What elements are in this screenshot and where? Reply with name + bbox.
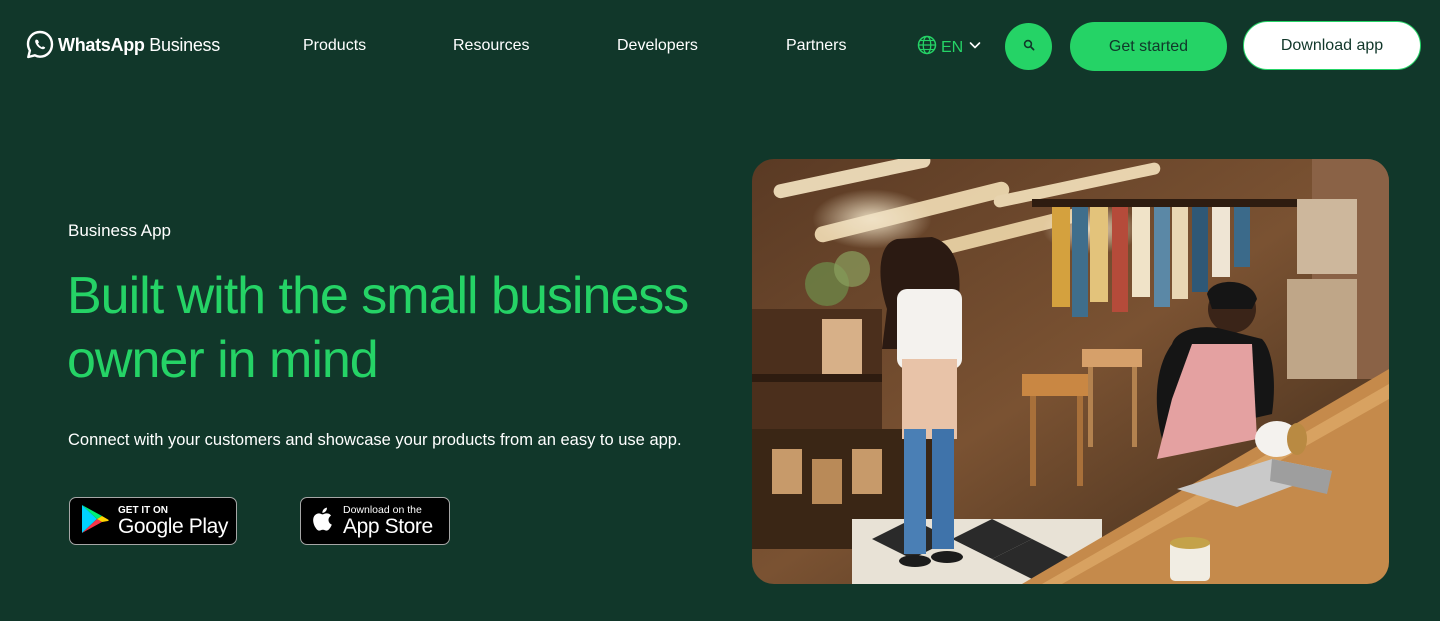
search-button[interactable] [1005, 23, 1052, 70]
nav-partners[interactable]: Partners [786, 37, 846, 55]
download-app-button[interactable]: Download app [1243, 21, 1421, 70]
search-icon [1023, 38, 1035, 56]
hero-subtext: Connect with your customers and showcase… [68, 431, 682, 449]
language-selector[interactable]: EN [917, 35, 983, 60]
nav-developers[interactable]: Developers [617, 37, 698, 55]
hero-headline: Built with the small business owner in m… [67, 267, 689, 389]
hero-eyebrow: Business App [68, 221, 172, 240]
logo-suffix: Business [144, 34, 220, 55]
google-play-big: Google Play [118, 514, 229, 538]
apple-icon [311, 505, 335, 538]
chevron-down-icon [967, 37, 983, 58]
get-started-button[interactable]: Get started [1070, 22, 1227, 71]
app-store-small: Download on the [343, 503, 422, 516]
nav-resources[interactable]: Resources [453, 37, 529, 55]
google-play-small: GET IT ON [118, 504, 168, 516]
whatsapp-icon [26, 30, 54, 60]
logo-text: WhatsApp Business [58, 35, 220, 56]
app-store-badge[interactable]: Download on the App Store [300, 497, 450, 545]
google-play-badge[interactable]: GET IT ON Google Play [69, 497, 237, 545]
google-play-text: GET IT ON Google Play [118, 505, 228, 538]
hero-photo [752, 159, 1389, 584]
shop-photo-illustration [752, 159, 1389, 584]
whatsapp-business-logo[interactable]: WhatsApp Business [26, 29, 220, 61]
globe-icon [917, 35, 937, 60]
language-label: EN [941, 38, 964, 56]
logo-brand: WhatsApp [58, 34, 145, 55]
google-play-icon [80, 503, 110, 540]
app-store-big: App Store [343, 514, 433, 538]
app-store-text: Download on the App Store [343, 503, 433, 538]
nav-products[interactable]: Products [303, 37, 366, 55]
